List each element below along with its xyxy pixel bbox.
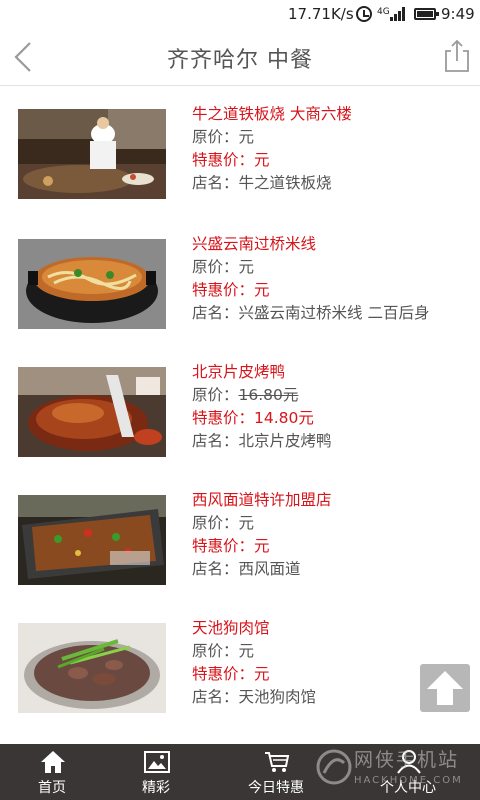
original-price: 原价：元 [192,258,255,276]
nav-item-today-deals[interactable]: 今日特惠 [226,744,326,800]
deal-info: 兴盛云南过桥米线 原价：元 特惠价：元 店名：兴盛云南过桥米线 二百后身 [192,233,462,325]
arrow-up-icon [427,671,463,705]
deal-item[interactable]: 兴盛云南过桥米线 原价：元 特惠价：元 店名：兴盛云南过桥米线 二百后身 [0,217,480,337]
meat-plate-photo [18,623,166,713]
watermark-logo-icon [316,749,352,785]
original-price: 原价：元 [192,128,255,146]
cart-icon [265,752,290,772]
teppanyaki-photo [18,109,166,199]
alarm-icon [356,6,372,22]
shop-name: 店名：牛之道铁板烧 [192,174,332,192]
nav-item-home[interactable]: 首页 [2,744,102,800]
special-price: 特惠价：元 [192,151,270,169]
shop-name: 店名：西风面道 [192,560,301,578]
deal-item[interactable]: 天池狗肉馆 原价：元 特惠价：元 店名：天池狗肉馆 [0,601,480,721]
network-speed: 17.71K/s [288,5,354,23]
signal-icon [390,7,406,21]
deal-item[interactable]: 北京片皮烤鸭 原价：16.80元 特惠价：14.80元 店名：北京片皮烤鸭 [0,345,480,465]
page-title: 齐齐哈尔 中餐 [167,48,313,73]
nav-label: 首页 [38,780,66,796]
clock: 9:49 [441,5,475,23]
special-price: 特惠价：元 [192,537,270,555]
watermark-url: HACKHOME.COM [354,775,463,786]
shop-name: 店名：北京片皮烤鸭 [192,432,332,450]
share-icon [445,39,469,72]
home-icon [41,751,65,773]
network-type: 4G [377,7,390,17]
deal-name[interactable]: 北京片皮烤鸭 [192,361,462,384]
watermark-text: 网侠手机站 [354,749,460,771]
deal-name[interactable]: 西风面道特许加盟店 [192,489,462,512]
deal-name[interactable]: 天池狗肉馆 [192,617,462,640]
nav-item-featured[interactable]: 精彩 [106,744,206,800]
status-bar: 17.71K/s 4G 9:49 [0,0,480,28]
deal-name[interactable]: 牛之道铁板烧 大商六楼 [192,103,462,126]
deal-info: 西风面道特许加盟店 原价：元 特惠价：元 店名：西风面道 [192,489,462,581]
deal-item[interactable]: 西风面道特许加盟店 原价：元 特惠价：元 店名：西风面道 [0,473,480,593]
rice-noodle-photo [18,239,166,329]
deal-info: 北京片皮烤鸭 原价：16.80元 特惠价：14.80元 店名：北京片皮烤鸭 [192,361,462,453]
nav-label: 精彩 [142,780,170,796]
scroll-to-top-button[interactable] [420,664,470,712]
original-price: 原价：16.80元 [192,386,299,404]
header: 齐齐哈尔 中餐 [0,28,480,86]
deal-name[interactable]: 兴盛云南过桥米线 [192,233,462,256]
watermark: 网侠手机站 HACKHOME.COM [314,735,480,800]
picture-icon [144,751,170,773]
share-button[interactable] [442,38,472,74]
special-price: 特惠价：14.80元 [192,409,314,427]
original-price: 原价：元 [192,514,255,532]
deal-item[interactable]: 牛之道铁板烧 大商六楼 原价：元 特惠价：元 店名：牛之道铁板烧 [0,87,480,207]
grilled-fish-photo [18,495,166,585]
deal-info: 牛之道铁板烧 大商六楼 原价：元 特惠价：元 店名：牛之道铁板烧 [192,103,462,195]
roast-duck-photo [18,367,166,457]
shop-name: 店名：兴盛云南过桥米线 二百后身 [192,304,430,322]
special-price: 特惠价：元 [192,281,270,299]
original-price: 原价：元 [192,642,255,660]
nav-label: 今日特惠 [248,780,304,796]
battery-icon [414,8,439,20]
